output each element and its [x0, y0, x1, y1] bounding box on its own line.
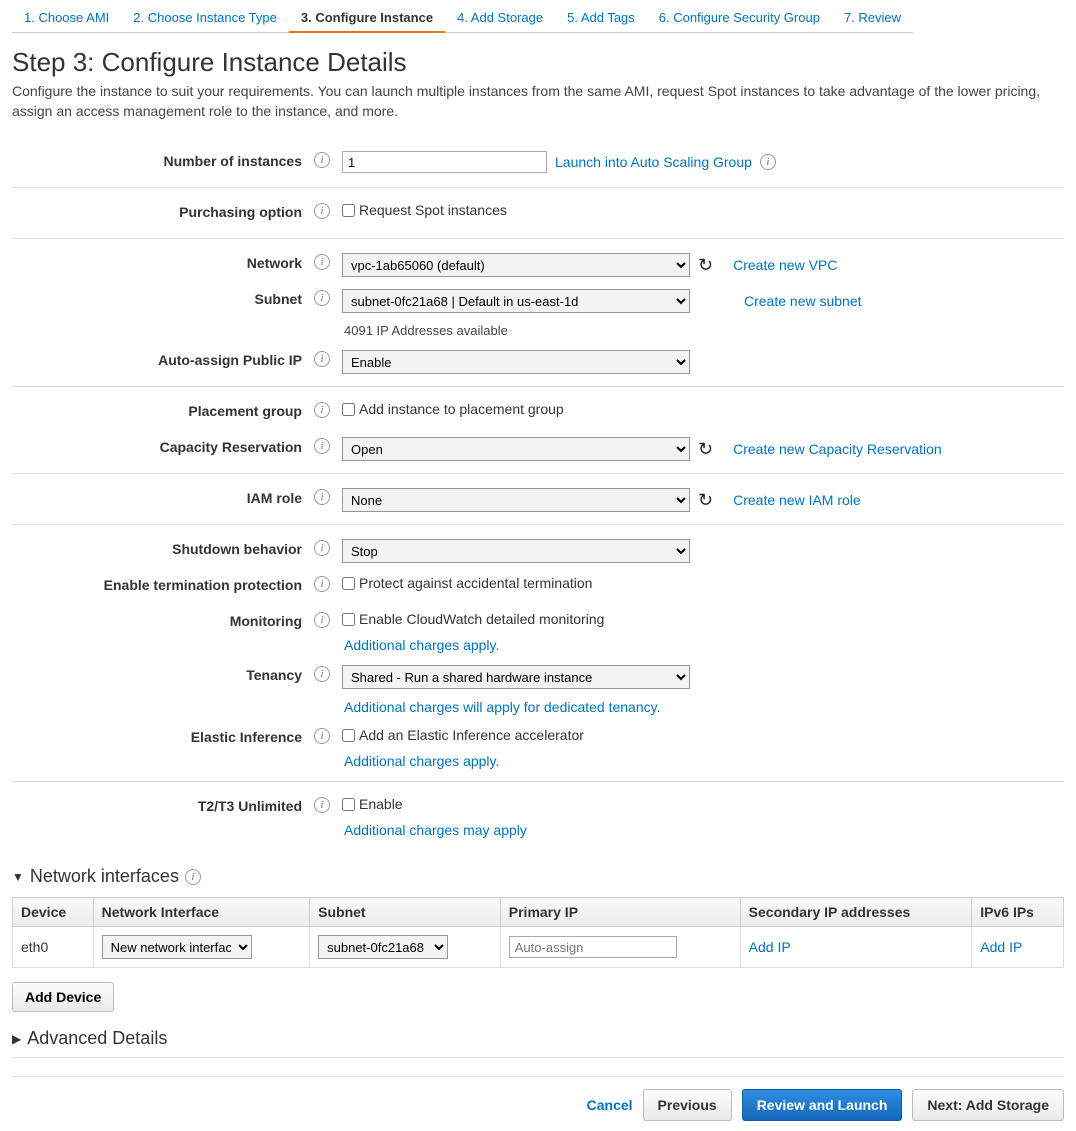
term-protect-checkbox[interactable]: [342, 577, 355, 590]
network-interface-select[interactable]: New network interface: [102, 935, 252, 959]
footer-bar: Cancel Previous Review and Launch Next: …: [12, 1076, 1064, 1121]
info-icon[interactable]: i: [314, 203, 330, 219]
network-interfaces-table: DeviceNetwork InterfaceSubnetPrimary IPS…: [12, 897, 1064, 968]
refresh-icon[interactable]: ↻: [698, 256, 713, 274]
advanced-details-title: Advanced Details: [27, 1028, 167, 1049]
wizard-tab-1[interactable]: 2. Choose Instance Type: [121, 10, 289, 33]
elastic-inf-checkbox[interactable]: [342, 729, 355, 742]
network-interfaces-title: Network interfaces: [30, 866, 179, 887]
auto-assign-select[interactable]: Enable: [342, 350, 690, 374]
label-purchasing: Purchasing option: [12, 200, 302, 220]
subnet-note: 4091 IP Addresses available: [344, 323, 1064, 338]
info-icon[interactable]: i: [314, 152, 330, 168]
table-header: Primary IP: [500, 898, 740, 927]
chevron-down-icon: ▼: [12, 870, 24, 884]
network-select[interactable]: vpc-1ab65060 (default): [342, 253, 690, 277]
elastic-inf-cb-label: Add an Elastic Inference accelerator: [359, 727, 584, 743]
primary-ip-input[interactable]: [509, 936, 677, 958]
placement-cb-label: Add instance to placement group: [359, 401, 564, 417]
spot-checkbox[interactable]: [342, 204, 355, 217]
tenancy-select[interactable]: Shared - Run a shared hardware instance: [342, 665, 690, 689]
monitoring-checkbox[interactable]: [342, 613, 355, 626]
shutdown-select[interactable]: Stop: [342, 539, 690, 563]
info-icon[interactable]: i: [185, 869, 201, 885]
refresh-icon[interactable]: ↻: [698, 491, 713, 509]
page-description: Configure the instance to suit your requ…: [12, 82, 1064, 121]
device-cell: eth0: [13, 927, 94, 968]
info-icon[interactable]: i: [314, 666, 330, 682]
monitoring-cb-label: Enable CloudWatch detailed monitoring: [359, 611, 604, 627]
label-term-protect: Enable termination protection: [12, 573, 302, 593]
info-icon[interactable]: i: [314, 402, 330, 418]
table-row: eth0 New network interface subnet-0fc21a…: [13, 927, 1064, 968]
wizard-tabs: 1. Choose AMI2. Choose Instance Type3. C…: [12, 10, 1064, 33]
info-icon[interactable]: i: [314, 728, 330, 744]
label-monitoring: Monitoring: [12, 609, 302, 629]
create-iam-link[interactable]: Create new IAM role: [733, 492, 861, 508]
create-capacity-link[interactable]: Create new Capacity Reservation: [733, 441, 942, 457]
next-button[interactable]: Next: Add Storage: [912, 1089, 1064, 1121]
table-header: IPv6 IPs: [972, 898, 1064, 927]
table-header: Network Interface: [93, 898, 310, 927]
info-icon[interactable]: i: [314, 540, 330, 556]
label-shutdown: Shutdown behavior: [12, 537, 302, 557]
t2t3-checkbox[interactable]: [342, 798, 355, 811]
info-icon[interactable]: i: [314, 612, 330, 628]
add-ipv6-link[interactable]: Add IP: [980, 939, 1022, 955]
advanced-details-toggle[interactable]: ▶ Advanced Details: [12, 1028, 1064, 1058]
chevron-right-icon: ▶: [12, 1032, 21, 1046]
create-vpc-link[interactable]: Create new VPC: [733, 257, 837, 273]
num-instances-input[interactable]: [342, 151, 547, 173]
info-icon[interactable]: i: [314, 290, 330, 306]
iface-subnet-select[interactable]: subnet-0fc21a68: [318, 935, 448, 959]
monitoring-charges-link[interactable]: Additional charges apply.: [344, 637, 499, 653]
label-placement: Placement group: [12, 399, 302, 419]
capacity-select[interactable]: Open: [342, 437, 690, 461]
info-icon[interactable]: i: [314, 489, 330, 505]
label-network: Network: [12, 251, 302, 271]
t2t3-charges-link[interactable]: Additional charges may apply: [344, 822, 527, 838]
review-launch-button[interactable]: Review and Launch: [742, 1089, 903, 1121]
info-icon[interactable]: i: [314, 797, 330, 813]
info-icon[interactable]: i: [760, 154, 776, 170]
cancel-button[interactable]: Cancel: [587, 1097, 633, 1113]
spot-label: Request Spot instances: [359, 202, 507, 218]
network-interfaces-toggle[interactable]: ▼ Network interfaces i: [12, 866, 1064, 887]
tenancy-charges-link[interactable]: Additional charges will apply for dedica…: [344, 699, 660, 715]
wizard-tab-0[interactable]: 1. Choose AMI: [12, 10, 121, 33]
placement-checkbox[interactable]: [342, 403, 355, 416]
elastic-inf-charges-link[interactable]: Additional charges apply.: [344, 753, 499, 769]
label-tenancy: Tenancy: [12, 663, 302, 683]
launch-asg-link[interactable]: Launch into Auto Scaling Group: [555, 154, 752, 170]
wizard-tab-2[interactable]: 3. Configure Instance: [289, 10, 445, 33]
term-protect-cb-label: Protect against accidental termination: [359, 575, 592, 591]
info-icon[interactable]: i: [314, 438, 330, 454]
label-iam: IAM role: [12, 486, 302, 506]
info-icon[interactable]: i: [314, 576, 330, 592]
info-icon[interactable]: i: [314, 254, 330, 270]
previous-button[interactable]: Previous: [643, 1089, 732, 1121]
label-subnet: Subnet: [12, 287, 302, 307]
wizard-tab-6[interactable]: 7. Review: [832, 10, 913, 33]
create-subnet-link[interactable]: Create new subnet: [744, 293, 862, 309]
table-header: Secondary IP addresses: [740, 898, 972, 927]
label-t2t3: T2/T3 Unlimited: [12, 794, 302, 814]
t2t3-cb-label: Enable: [359, 796, 403, 812]
iam-select[interactable]: None: [342, 488, 690, 512]
refresh-icon[interactable]: ↻: [698, 440, 713, 458]
info-icon[interactable]: i: [314, 351, 330, 367]
table-header: Device: [13, 898, 94, 927]
label-elastic-inference: Elastic Inference: [12, 725, 302, 745]
subnet-select[interactable]: subnet-0fc21a68 | Default in us-east-1d: [342, 289, 690, 313]
wizard-tab-4[interactable]: 5. Add Tags: [555, 10, 647, 33]
add-device-button[interactable]: Add Device: [12, 982, 114, 1012]
label-num-instances: Number of instances: [12, 149, 302, 169]
page-title: Step 3: Configure Instance Details: [12, 47, 1064, 78]
wizard-tab-5[interactable]: 6. Configure Security Group: [647, 10, 832, 33]
wizard-tab-3[interactable]: 4. Add Storage: [445, 10, 555, 33]
table-header: Subnet: [310, 898, 501, 927]
label-auto-assign: Auto-assign Public IP: [12, 348, 302, 368]
label-capacity: Capacity Reservation: [12, 435, 302, 455]
add-secondary-ip-link[interactable]: Add IP: [749, 939, 791, 955]
